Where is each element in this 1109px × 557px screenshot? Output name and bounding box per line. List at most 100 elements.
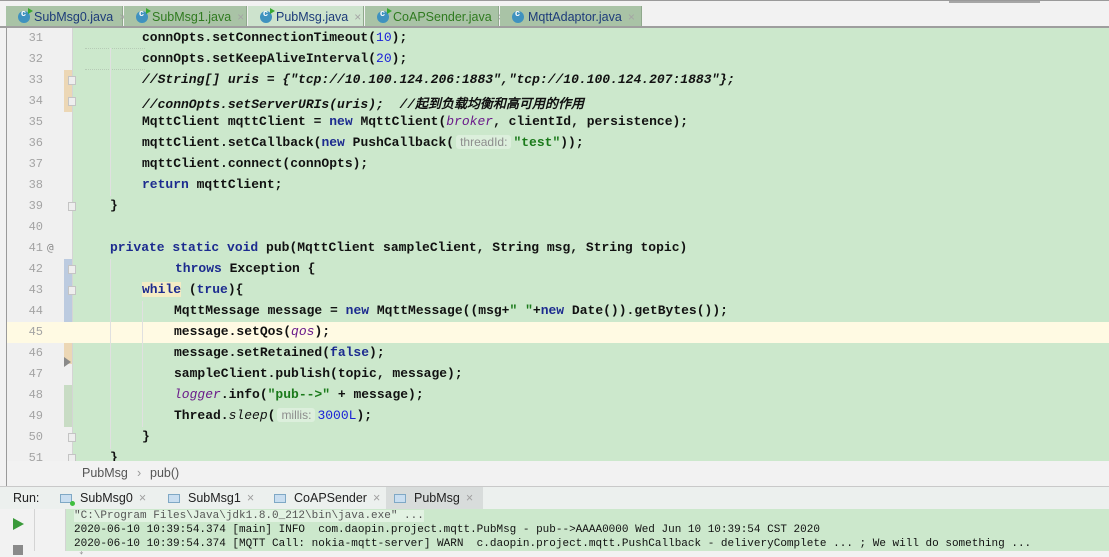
code-line: return mqttClient;	[142, 177, 283, 192]
code-line: while (true){	[142, 282, 244, 297]
code-editor[interactable]: 31 connOpts.setConnectionTimeout(10); 32…	[6, 28, 1109, 461]
close-icon[interactable]: ×	[354, 10, 361, 24]
fold-icon[interactable]	[68, 97, 76, 106]
run-tab-submsg1[interactable]: SubMsg1 ×	[160, 487, 260, 509]
code-line: mqttClient.setCallback(new PushCallback(…	[142, 135, 584, 150]
line-number: 49	[28, 409, 43, 423]
line-number: 39	[28, 199, 43, 213]
breadcrumb-separator: ›	[137, 466, 142, 480]
line-number: 44	[28, 304, 43, 318]
fold-icon[interactable]	[68, 286, 76, 295]
java-class-run-icon	[260, 7, 275, 23]
code-line: message.setRetained(false);	[174, 345, 385, 360]
close-icon[interactable]: ×	[373, 491, 380, 505]
fold-icon[interactable]	[68, 202, 76, 211]
fold-icon[interactable]	[68, 265, 76, 274]
code-line: private static void pub(MqttClient sampl…	[110, 240, 688, 255]
expand-arrow-icon[interactable]	[64, 357, 71, 367]
indent-guide	[110, 259, 111, 449]
line-number: 36	[28, 136, 43, 150]
override-marker-icon[interactable]: @	[47, 241, 54, 254]
tab-pubmsg[interactable]: PubMsg.java ×	[248, 6, 364, 27]
code-line: Thread.sleep(millis: 3000L);	[174, 408, 373, 423]
line-number: 35	[28, 115, 43, 129]
close-icon[interactable]: ×	[628, 10, 635, 24]
horizontal-scrollbar[interactable]	[949, 1, 1040, 3]
close-icon[interactable]: ×	[237, 10, 244, 24]
java-class-run-icon	[377, 7, 392, 23]
fold-icon[interactable]	[68, 76, 76, 85]
tab-label: PubMsg.java	[276, 9, 349, 24]
line-number: 41	[28, 241, 43, 255]
indent-guide	[142, 301, 143, 427]
fold-icon[interactable]	[68, 454, 76, 461]
console-icon	[60, 493, 75, 506]
run-tab-submsg0[interactable]: SubMsg0 ×	[52, 487, 152, 509]
line-number: 40	[28, 220, 43, 234]
line-number: 32	[28, 52, 43, 66]
line-number: 45	[28, 325, 43, 339]
line-number: 37	[28, 157, 43, 171]
editor-tab-bar: SubMsg0.java × SubMsg1.java × PubMsg.jav…	[0, 0, 1109, 28]
line-number: 46	[28, 346, 43, 360]
code-line: logger.info("pub-->" + message);	[174, 387, 424, 402]
indent-guide	[110, 48, 111, 196]
console-icon	[394, 493, 406, 503]
close-icon[interactable]: ×	[466, 491, 473, 505]
run-tab-pubmsg[interactable]: PubMsg ×	[386, 487, 483, 509]
code-line: throws Exception {	[175, 261, 316, 276]
code-line: }	[110, 450, 118, 461]
line-number: 43	[28, 283, 43, 297]
code-line: //connOpts.setServerURIs(uris); //起到负载均衡…	[142, 97, 585, 112]
code-line: }	[142, 429, 150, 444]
tab-label: SubMsg1.java	[152, 9, 232, 24]
parameter-hint: threadId:	[456, 135, 512, 149]
java-class-run-icon	[136, 7, 151, 23]
run-label: Run:	[13, 491, 40, 505]
line-number: 38	[28, 178, 43, 192]
code-line: MqttMessage message = new MqttMessage((m…	[174, 303, 728, 318]
console-line: 2020-06-10 10:39:54.374 [main] INFO com.…	[74, 524, 820, 536]
console-toolbar: ↑ ↓	[35, 509, 85, 557]
line-number: 47	[28, 367, 43, 381]
console-output[interactable]: "C:\Program Files\Java\jdk1.8.0_212\bin\…	[66, 509, 1109, 551]
run-tool-window-header: Run: SubMsg0 × SubMsg1 × CoAPSender × Pu…	[0, 486, 1109, 509]
stop-icon[interactable]	[13, 545, 23, 555]
line-number: 51	[28, 451, 43, 461]
line-number: 42	[28, 262, 43, 276]
tab-submsg1[interactable]: SubMsg1.java ×	[124, 6, 247, 27]
run-tab-label: CoAPSender	[294, 491, 367, 505]
line-number: 48	[28, 388, 43, 402]
code-line: connOpts.setConnectionTimeout(10);	[142, 30, 408, 45]
breadcrumb-method[interactable]: pub()	[150, 466, 179, 480]
console-icon	[168, 493, 180, 503]
breadcrumb: PubMsg › pub()	[6, 461, 1109, 486]
console-line: 2020-06-10 10:39:54.374 [MQTT Call: noki…	[74, 538, 1032, 550]
run-console: ↑ ↓ "C:\Program Files\Java\jdk1.8.0_212\…	[0, 509, 1109, 557]
code-line: MqttClient mqttClient = new MqttClient(b…	[142, 114, 689, 129]
close-icon[interactable]: ×	[247, 491, 254, 505]
caret-line: 45 message.setQos(qos);	[7, 322, 1109, 343]
code-line: connOpts.setKeepAliveInterval(20);	[142, 51, 408, 66]
code-line: }	[110, 198, 118, 213]
console-icon	[274, 493, 286, 503]
parameter-hint: millis:	[277, 408, 316, 422]
breadcrumb-class[interactable]: PubMsg	[82, 466, 128, 480]
tab-mqttadaptor[interactable]: MqttAdaptor.java ×	[500, 6, 642, 27]
java-class-run-icon	[18, 7, 33, 23]
close-icon[interactable]: ×	[139, 491, 146, 505]
run-tab-coapsender[interactable]: CoAPSender ×	[266, 487, 381, 509]
line-number: 33	[28, 73, 43, 87]
rerun-icon[interactable]	[13, 518, 24, 530]
tab-label: CoAPSender.java	[393, 9, 492, 24]
run-tab-label: PubMsg	[414, 491, 460, 505]
line-number: 34	[28, 94, 43, 108]
fold-icon[interactable]	[68, 433, 76, 442]
run-toolbar	[0, 509, 35, 555]
tab-label: SubMsg0.java	[34, 9, 114, 24]
tab-submsg0[interactable]: SubMsg0.java ×	[6, 6, 126, 27]
code-line: message.setQos(qos);	[174, 324, 331, 339]
tab-coapsender[interactable]: CoAPSender.java ×	[365, 6, 505, 27]
code-line: //String[] uris = {"tcp://10.100.124.206…	[142, 72, 735, 87]
run-tab-label: SubMsg1	[188, 491, 241, 505]
